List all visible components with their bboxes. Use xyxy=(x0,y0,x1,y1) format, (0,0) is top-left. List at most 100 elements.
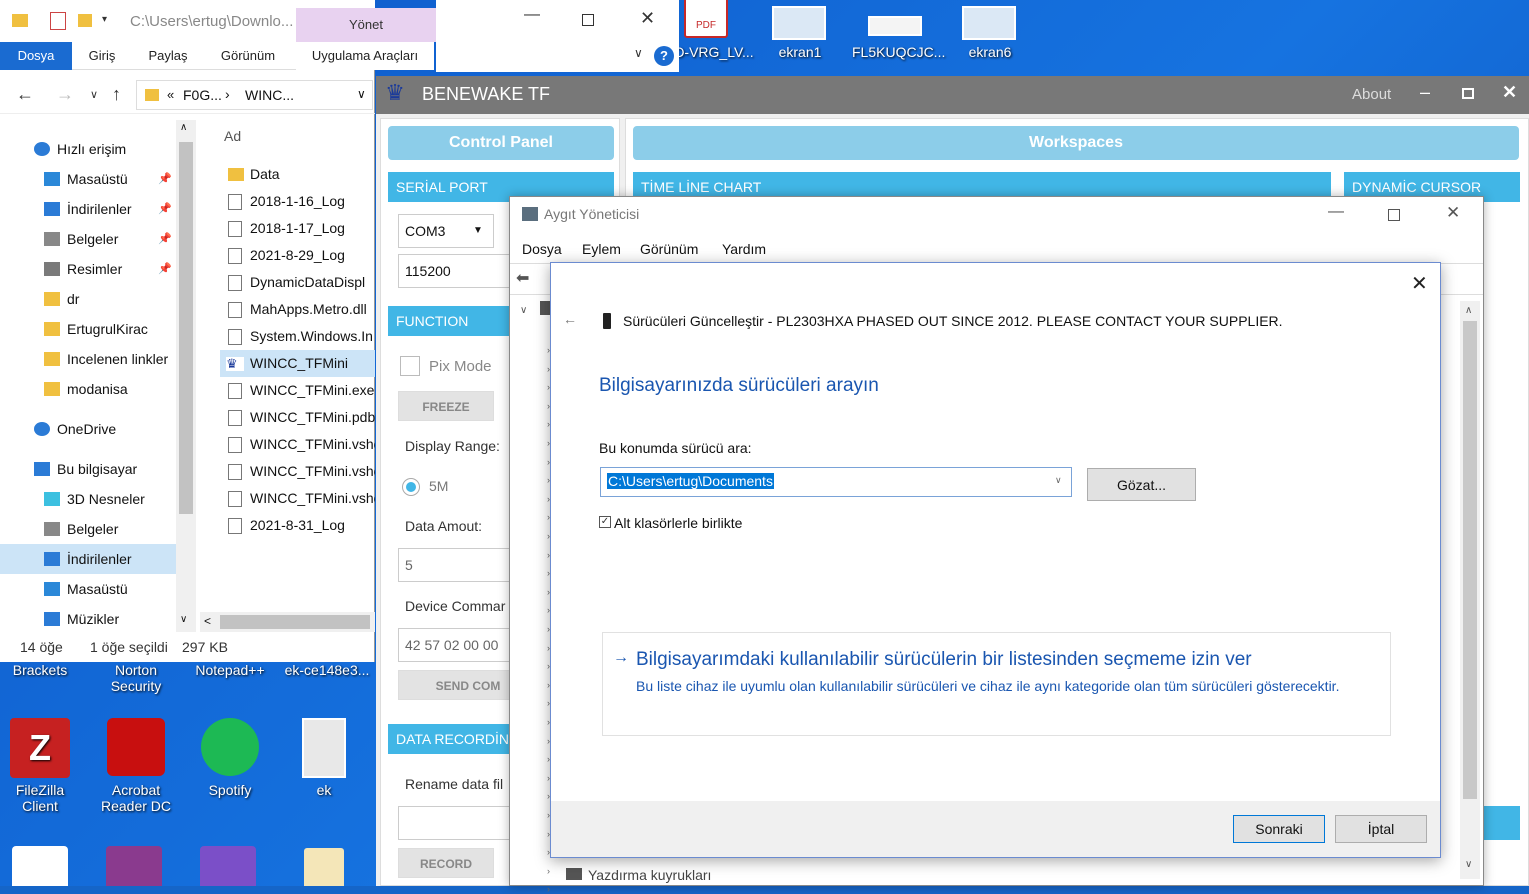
sidebar-item-8[interactable]: modanisa xyxy=(0,374,176,404)
scroll-down-icon[interactable]: ∨ xyxy=(180,614,187,625)
maximize-icon[interactable] xyxy=(582,14,594,26)
desktop-icon-dvrg[interactable]: D-VRG_LV... xyxy=(672,44,756,60)
tree-expand-arrow-icon[interactable]: › xyxy=(547,866,550,876)
file-row[interactable]: WINCC_TFMini.exe. xyxy=(220,377,375,404)
minimize-icon[interactable]: — xyxy=(524,6,540,24)
devmgr-scroll-down-icon[interactable]: ∨ xyxy=(1465,859,1472,870)
nav-scrollbar[interactable]: ∧ ∨ xyxy=(176,120,196,632)
file-row[interactable]: 2021-8-31_Log xyxy=(220,512,375,539)
scroll-left-icon[interactable]: < xyxy=(204,614,211,628)
sidebar-item-12[interactable]: Belgeler xyxy=(0,514,176,544)
desktop-icon-acrobat[interactable]: Acrobat Reader DC xyxy=(94,718,178,814)
breadcrumb-f0g[interactable]: F0G... xyxy=(183,87,222,103)
desktop-label-norton[interactable]: Norton Security xyxy=(94,662,178,694)
up-arrow-icon[interactable]: ↑ xyxy=(112,84,121,105)
sidebar-item-9[interactable]: OneDrive xyxy=(0,414,176,444)
manage-tab[interactable]: Yönet xyxy=(296,8,436,42)
folder-shortcut-icon[interactable] xyxy=(304,848,344,886)
file-row[interactable]: MahApps.Metro.dll xyxy=(220,296,375,323)
devmgr-vscrollbar[interactable]: ∧ ∨ xyxy=(1460,301,1480,879)
devmgr-scroll-up-icon[interactable]: ∧ xyxy=(1465,305,1472,316)
unity-icon[interactable] xyxy=(12,846,68,886)
breadcrumb-winc[interactable]: WINC... xyxy=(245,87,294,103)
file-row[interactable]: Data xyxy=(220,161,375,188)
wizard-back-arrow-icon[interactable]: ← xyxy=(563,311,577,327)
pix-mode-checkbox[interactable] xyxy=(400,356,420,376)
ekran6-thumb-icon[interactable] xyxy=(962,6,1016,40)
winrar-icon[interactable] xyxy=(106,846,162,886)
desktop-icon-spotify[interactable]: Spotify xyxy=(190,718,270,798)
fl5-thumb-icon[interactable] xyxy=(868,16,922,36)
menu-gorunum[interactable]: Görünüm xyxy=(640,241,698,257)
chevron-down-icon[interactable]: ▾ xyxy=(102,14,107,25)
file-row[interactable]: WINCC_TFMini.pdb xyxy=(220,404,375,431)
browse-button[interactable]: Gözat... xyxy=(1087,468,1196,501)
address-chevron-icon[interactable]: ∨ xyxy=(357,87,366,101)
scroll-up-icon[interactable]: ∧ xyxy=(180,122,187,133)
subfolders-checkbox[interactable]: ✓ xyxy=(599,516,611,528)
forward-arrow-icon[interactable]: → xyxy=(56,84,74,105)
menu-eylem[interactable]: Eylem xyxy=(582,241,621,257)
tab-dosya[interactable]: Dosya xyxy=(0,42,72,70)
visual-studio-icon[interactable] xyxy=(200,846,256,886)
tab-uygulama-araclari[interactable]: Uygulama Araçları xyxy=(296,42,434,70)
benewake-close-icon[interactable]: ✕ xyxy=(1502,82,1517,103)
menu-dosya[interactable]: Dosya xyxy=(522,241,562,257)
hscroll-thumb[interactable] xyxy=(220,615,370,629)
cancel-button[interactable]: İptal xyxy=(1335,815,1427,843)
sidebar-item-14[interactable]: Masaüstü xyxy=(0,574,176,604)
ekran1-thumb-icon[interactable] xyxy=(772,6,826,40)
sidebar-item-0[interactable]: Hızlı erişim xyxy=(0,134,176,164)
pin-icon[interactable]: 📌 xyxy=(158,254,172,284)
option-title[interactable]: Bilgisayarımdaki kullanılabilir sürücüle… xyxy=(636,649,1252,671)
properties-icon[interactable] xyxy=(50,12,66,30)
close-icon[interactable]: ✕ xyxy=(640,8,655,29)
next-button[interactable]: Sonraki xyxy=(1233,815,1325,843)
file-row[interactable]: WINCC_TFMini.vshc xyxy=(220,485,375,512)
search-path-value[interactable]: C:\Users\ertug\Documents xyxy=(607,473,774,489)
desktop-icon-fl5[interactable]: FL5KUQCJC... xyxy=(852,44,945,60)
baud-rate-field[interactable]: 115200 xyxy=(398,254,518,288)
desktop-label-ek-ce148[interactable]: ek-ce148e3... xyxy=(280,662,374,678)
sidebar-item-3[interactable]: Belgeler 📌 xyxy=(0,224,176,254)
file-row[interactable]: 2018-1-17_Log xyxy=(220,215,375,242)
address-bar[interactable]: « F0G... › WINC... ∨ xyxy=(136,80,373,110)
search-path-combo[interactable]: C:\Users\ertug\Documents ∨ xyxy=(600,467,1072,497)
tab-gorunum[interactable]: Görünüm xyxy=(206,42,290,70)
record-button[interactable]: RECORD xyxy=(398,848,494,878)
freeze-button[interactable]: FREEZE xyxy=(398,391,494,421)
desktop-icon-ek[interactable]: ek xyxy=(284,718,364,798)
file-row[interactable]: 2021-8-29_Log xyxy=(220,242,375,269)
back-arrow-icon[interactable]: ← xyxy=(16,84,34,105)
desktop-label-notepadpp[interactable]: Notepad++ xyxy=(186,662,274,678)
desktop-icon-ekran6[interactable]: ekran6 xyxy=(948,44,1032,60)
benewake-minimize-icon[interactable]: – xyxy=(1420,82,1430,103)
desktop-icon-filezilla[interactable]: Z FileZilla Client xyxy=(0,718,80,814)
menu-yardim[interactable]: Yardım xyxy=(722,241,766,257)
sidebar-item-5[interactable]: dr xyxy=(0,284,176,314)
recent-chevron-icon[interactable]: ∨ xyxy=(90,88,98,101)
pin-icon[interactable]: 📌 xyxy=(158,194,172,224)
sidebar-item-10[interactable]: Bu bilgisayar xyxy=(0,454,176,484)
column-header-name[interactable]: Ad xyxy=(224,128,241,144)
workspaces-header[interactable]: Workspaces xyxy=(633,126,1519,160)
devmgr-minimize-icon[interactable]: — xyxy=(1328,203,1344,221)
tab-giris[interactable]: Giriş xyxy=(72,42,132,70)
com-port-select[interactable]: COM3 ▼ xyxy=(398,214,494,248)
pin-icon[interactable]: 📌 xyxy=(158,164,172,194)
desktop-icon-ekran1[interactable]: ekran1 xyxy=(758,44,842,60)
sidebar-item-7[interactable]: Incelenen linkler xyxy=(0,344,176,374)
path-dropdown-icon[interactable]: ∨ xyxy=(1055,475,1062,486)
devmgr-maximize-icon[interactable] xyxy=(1388,209,1400,221)
devmgr-scroll-thumb[interactable] xyxy=(1463,321,1477,799)
wizard-close-icon[interactable]: ✕ xyxy=(1411,271,1428,296)
tree-bottom-item-2[interactable]: Yazdırma kuyrukları xyxy=(566,867,711,883)
hscrollbar[interactable]: < xyxy=(200,612,375,632)
pick-driver-option[interactable]: → Bilgisayarımdaki kullanılabilir sürücü… xyxy=(602,632,1391,736)
new-folder-icon[interactable] xyxy=(78,14,92,27)
sidebar-item-6[interactable]: ErtugrulKirac xyxy=(0,314,176,344)
file-row[interactable]: System.Windows.In xyxy=(220,323,375,350)
benewake-maximize-icon[interactable] xyxy=(1462,88,1474,99)
file-row[interactable]: WINCC_TFMini.vshc xyxy=(220,431,375,458)
file-row[interactable]: ♛ WINCC_TFMini xyxy=(220,350,375,377)
